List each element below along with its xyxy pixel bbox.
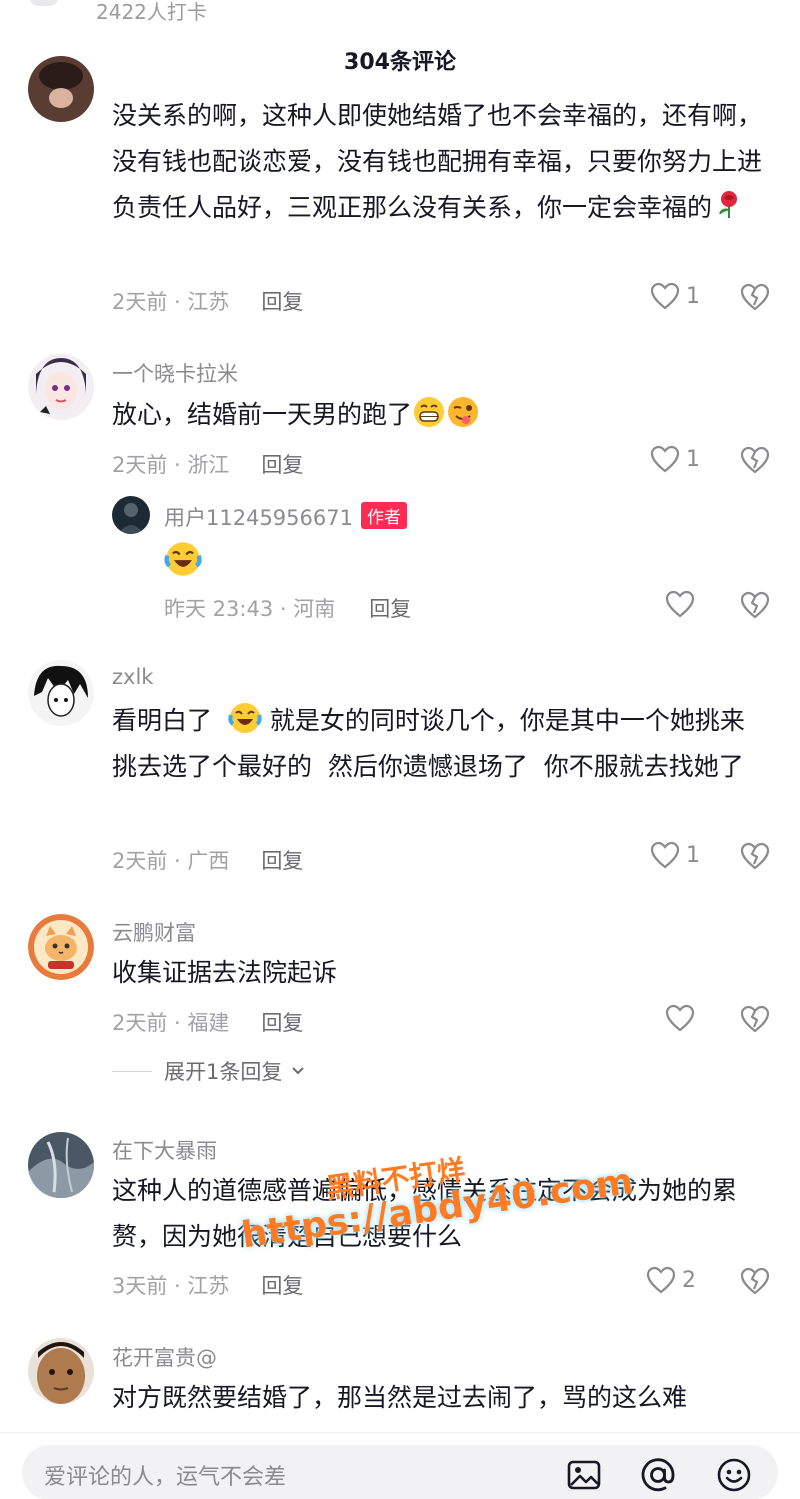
comment-text: 看明白了 就是女的同时谈几个，你是其中一个她挑来挑去选了个最好的 然后你遗憾退场…: [112, 698, 762, 836]
broken-heart-icon: [740, 446, 770, 474]
heart-outline-icon: [665, 1004, 695, 1032]
rose-icon: [712, 188, 746, 222]
heart-outline-icon: [665, 590, 695, 618]
like-button[interactable]: [665, 1004, 695, 1032]
dislike-button[interactable]: [740, 842, 770, 874]
username[interactable]: 在下大暴雨: [112, 1135, 217, 1165]
comments-title: 304条评论: [344, 50, 456, 75]
comment-input-bar: 爱评论的人，运气不会差: [0, 1432, 800, 1499]
author-badge: 作者: [360, 502, 407, 529]
avatar[interactable]: [28, 660, 94, 726]
reply-button[interactable]: 回复: [369, 597, 411, 621]
reply-button[interactable]: 回复: [261, 1011, 303, 1035]
username[interactable]: zxlk: [112, 665, 153, 689]
expand-label: 展开1条回复: [164, 1060, 283, 1084]
smiley-icon[interactable]: [716, 1457, 752, 1493]
reply-button[interactable]: 回复: [261, 1274, 303, 1298]
heart-outline-icon: [646, 1266, 676, 1294]
like-button[interactable]: 1: [650, 841, 700, 869]
dislike-button[interactable]: [740, 446, 770, 478]
reply-meta: 昨天 23:43 · 河南 回复: [164, 597, 412, 621]
heart-outline-icon: [650, 445, 680, 473]
chevron-down-icon: [292, 1067, 305, 1075]
reply-button[interactable]: 回复: [261, 849, 303, 873]
avatar[interactable]: [28, 1132, 94, 1198]
comment-meta: 3天前 · 江苏 回复: [112, 1274, 304, 1298]
broken-heart-icon: [740, 1267, 770, 1295]
reply-text: [164, 540, 202, 578]
username[interactable]: 一个晓卡拉米: [112, 358, 238, 388]
avatar[interactable]: [28, 354, 94, 420]
comment-meta: 2天前 · 福建 回复: [112, 1011, 304, 1035]
checkin-count: 2422人打卡: [96, 0, 207, 24]
heart-outline-icon: [650, 282, 680, 310]
comment-meta: 2天前 · 江苏 回复: [112, 290, 304, 314]
broken-heart-icon: [740, 1005, 770, 1033]
avatar[interactable]: [28, 1338, 94, 1404]
comment-text: 对方既然要结婚了，那当然是过去闹了，骂的这么难: [112, 1383, 688, 1412]
input-placeholder: 爱评论的人，运气不会差: [44, 1465, 287, 1490]
like-button[interactable]: [665, 590, 695, 618]
reply-button[interactable]: 回复: [261, 453, 303, 477]
like-count: 1: [686, 446, 700, 472]
grin-emoji-icon: [412, 395, 446, 429]
broken-heart-icon: [740, 591, 770, 619]
image-icon[interactable]: [566, 1457, 602, 1493]
username[interactable]: 花开富贵@: [112, 1342, 217, 1372]
expand-replies-button[interactable]: 展开1条回复: [112, 1056, 308, 1086]
comment-input[interactable]: 爱评论的人，运气不会差: [22, 1445, 778, 1499]
like-count: 1: [686, 842, 700, 868]
like-button[interactable]: 2: [646, 1266, 696, 1294]
broken-heart-icon: [740, 283, 770, 311]
comment-meta: 2天前 · 浙江 回复: [112, 453, 304, 477]
heart-outline-icon: [650, 841, 680, 869]
broken-heart-icon: [740, 842, 770, 870]
laugh-cry-emoji-icon: [228, 701, 262, 735]
like-count: 2: [682, 1267, 696, 1293]
comment-meta: 2天前 · 广西 回复: [112, 849, 304, 873]
like-button[interactable]: 1: [650, 282, 700, 310]
divider: [112, 1070, 152, 1072]
laugh-cry-emoji-icon: [164, 540, 202, 578]
wink-tongue-emoji-icon: [446, 395, 480, 429]
comment-text: 没关系的啊，这种人即使她结婚了也不会幸福的，还有啊，没有钱也配谈恋爱，没有钱也配…: [112, 101, 763, 222]
username[interactable]: 用户11245956671 作者: [164, 502, 407, 532]
comment-text: 收集证据去法院起诉: [112, 958, 338, 987]
avatar[interactable]: [112, 496, 150, 534]
like-count: 1: [686, 283, 700, 309]
comment-text: 这种人的道德感普遍偏低，感情关系注定不会成为她的累赘，因为她很清楚自己想要什么: [112, 1176, 738, 1251]
username[interactable]: 云鹏财富: [112, 917, 196, 947]
comment-text: 放心，结婚前一天男的跑了: [112, 392, 762, 438]
dislike-button[interactable]: [740, 591, 770, 623]
dislike-button[interactable]: [740, 1005, 770, 1037]
dislike-button[interactable]: [740, 283, 770, 315]
dislike-button[interactable]: [740, 1267, 770, 1299]
reply-button[interactable]: 回复: [261, 290, 303, 314]
checkin-icon: [30, 0, 58, 6]
avatar[interactable]: [28, 914, 94, 980]
avatar[interactable]: [28, 56, 94, 122]
like-button[interactable]: 1: [650, 445, 700, 473]
at-icon[interactable]: [640, 1457, 676, 1493]
